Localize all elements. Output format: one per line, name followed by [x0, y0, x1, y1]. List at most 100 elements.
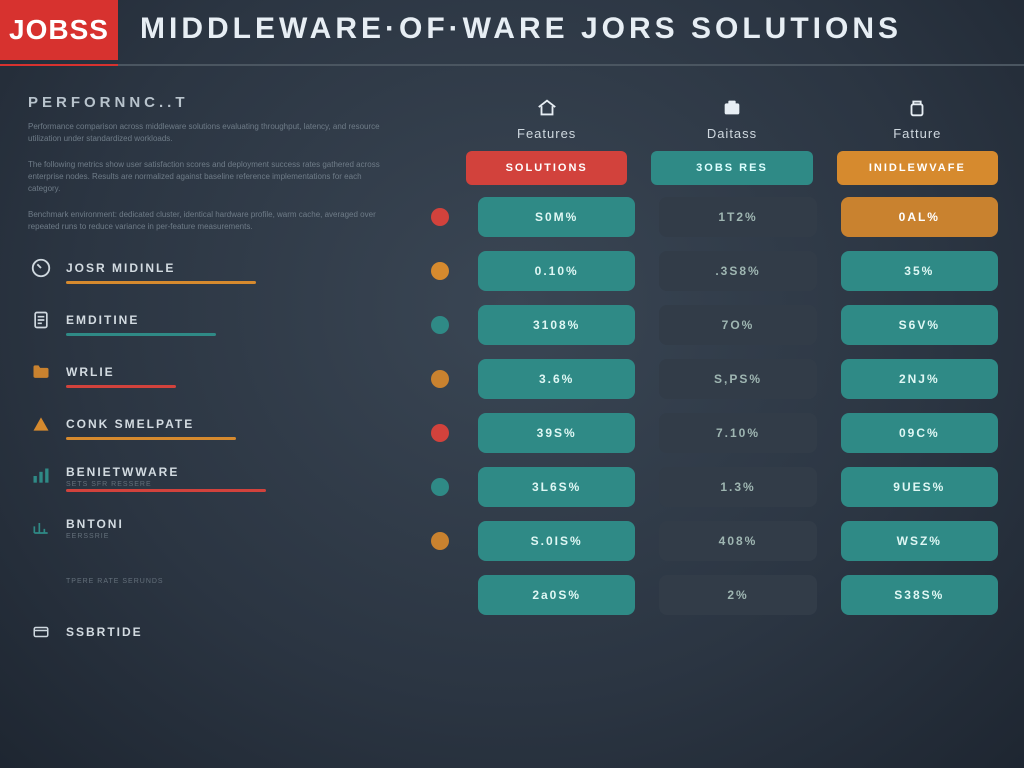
cell: 35%	[841, 251, 998, 291]
bars-icon	[28, 463, 54, 489]
table-row: S0M% 1T2% 0AL%	[426, 197, 998, 237]
cell: 7O%	[659, 305, 816, 345]
comparison-table: Features Daitass Fatture SOLUTIONS 3OBS …	[426, 94, 998, 671]
row-dot-icon	[431, 532, 449, 550]
feature-label: EMDITINE	[66, 313, 139, 327]
column-heads: Features Daitass Fatture	[426, 94, 998, 141]
feature-label: JOSR MIDINLE	[66, 261, 175, 275]
colhead-1: Features	[466, 94, 627, 141]
feature-label: SSBRTIDE	[66, 625, 143, 639]
feature-label: CONK SMELPATE	[66, 417, 194, 431]
left-para-3: Benchmark environment: dedicated cluster…	[28, 209, 388, 233]
row-dot-icon	[431, 424, 449, 442]
feature-sub: EERSSRIE	[66, 533, 124, 540]
row-lead	[426, 478, 454, 496]
tri-icon	[28, 411, 54, 437]
card-icon	[28, 619, 54, 645]
logo-badge: JOBSS	[0, 0, 118, 60]
cell: 2%	[659, 575, 816, 615]
row-lead	[426, 370, 454, 388]
category-row: SOLUTIONS 3OBS RES INIDLEWVAFE	[426, 151, 998, 185]
left-para-1: Performance comparison across middleware…	[28, 121, 388, 145]
cell: 7.10%	[659, 413, 816, 453]
cell: 2a0S%	[478, 575, 635, 615]
cat-3: INIDLEWVAFE	[837, 151, 998, 185]
gauge-icon	[28, 255, 54, 281]
cell: 1.3%	[659, 467, 816, 507]
feature-bar	[66, 437, 236, 440]
cell: WSZ%	[841, 521, 998, 561]
row-lead	[426, 424, 454, 442]
roof-icon	[466, 94, 627, 122]
feature-label: BNTONI	[66, 517, 124, 531]
cell: 0AL%	[841, 197, 998, 237]
feature-sub: TPERE RATE SERUNDS	[66, 578, 164, 585]
cell: 2NJ%	[841, 359, 998, 399]
box-icon	[651, 94, 812, 122]
feature-row: BNTONI EERSSRIE	[28, 515, 408, 541]
table-row: S.0IS% 408% WSZ%	[426, 521, 998, 561]
cat-2: 3OBS RES	[651, 151, 812, 185]
row-dot-icon	[431, 370, 449, 388]
feature-bar	[66, 333, 216, 336]
row-dot-icon	[431, 316, 449, 334]
cell: .3S8%	[659, 251, 816, 291]
row-dot-icon	[431, 478, 449, 496]
table-row: 39S% 7.10% 09C%	[426, 413, 998, 453]
colhead-2: Daitass	[651, 94, 812, 141]
table-row: 3L6S%1.3%9UES%	[426, 467, 998, 507]
feature-row: WRLIE	[28, 359, 408, 385]
feature-sub: SETS SFR RESSERE	[66, 481, 179, 488]
left-para-2: The following metrics show user satisfac…	[28, 159, 388, 195]
feature-bar	[66, 281, 256, 284]
colhead-2-label: Daitass	[651, 126, 812, 141]
feature-row: JOSR MIDINLE	[28, 255, 408, 281]
table-row: 3108% 7O% S6V%	[426, 305, 998, 345]
cell: S.0IS%	[478, 521, 635, 561]
colhead-3: Fatture	[837, 94, 998, 141]
doc-icon	[28, 307, 54, 333]
left-subhead: PERFORNNC..T	[28, 94, 408, 111]
barsup-icon	[28, 515, 54, 541]
feature-row: CONK SMELPATE	[28, 411, 408, 437]
cell: S0M%	[478, 197, 635, 237]
feature-row: BENIETWWARE SETS SFR RESSERE	[28, 463, 408, 489]
feature-bar	[66, 385, 176, 388]
row-lead	[426, 208, 454, 226]
colhead-3-label: Fatture	[837, 126, 998, 141]
cat-1: SOLUTIONS	[466, 151, 627, 185]
row-lead	[426, 532, 454, 550]
feature-row: EMDITINE	[28, 307, 408, 333]
row-lead	[426, 316, 454, 334]
feature-label: BENIETWWARE	[66, 465, 179, 479]
page-title: MIDDLEWARE·OF·WARE JORS SOLUTIONS	[118, 0, 1024, 46]
row-dot-icon	[431, 208, 449, 226]
feature-row: TPERE RATE SERUNDS	[28, 567, 408, 593]
colhead-1-label: Features	[466, 126, 627, 141]
row-dot-icon	[431, 262, 449, 280]
cell: 39S%	[478, 413, 635, 453]
blank-icon	[28, 567, 54, 593]
feature-label: WRLIE	[66, 365, 115, 379]
folder-icon	[28, 359, 54, 385]
table-row: 0.10% .3S8% 35%	[426, 251, 998, 291]
cell: S38S%	[841, 575, 998, 615]
left-panel: PERFORNNC..T Performance comparison acro…	[28, 94, 408, 671]
table-row: 2a0S% 2% S38S%	[426, 575, 998, 615]
cell: 1T2%	[659, 197, 816, 237]
cell: 09C%	[841, 413, 998, 453]
data-grid: S0M% 1T2% 0AL% 0.10% .3S8% 35% 3108% 7O% S6V% 3.6…	[426, 197, 998, 615]
feature-row: SSBRTIDE	[28, 619, 408, 645]
cell: 3108%	[478, 305, 635, 345]
cell: 3L6S%	[478, 467, 635, 507]
cell: S,PS%	[659, 359, 816, 399]
cell: 3.6%	[478, 359, 635, 399]
feature-bar	[66, 489, 266, 492]
cell: 0.10%	[478, 251, 635, 291]
header-rule	[0, 64, 1024, 66]
jar-icon	[837, 94, 998, 122]
row-lead	[426, 262, 454, 280]
cell: S6V%	[841, 305, 998, 345]
feature-list: JOSR MIDINLE EMDITINE WRLIE CONK SMELPATE BE…	[28, 255, 408, 645]
cell: 408%	[659, 521, 816, 561]
